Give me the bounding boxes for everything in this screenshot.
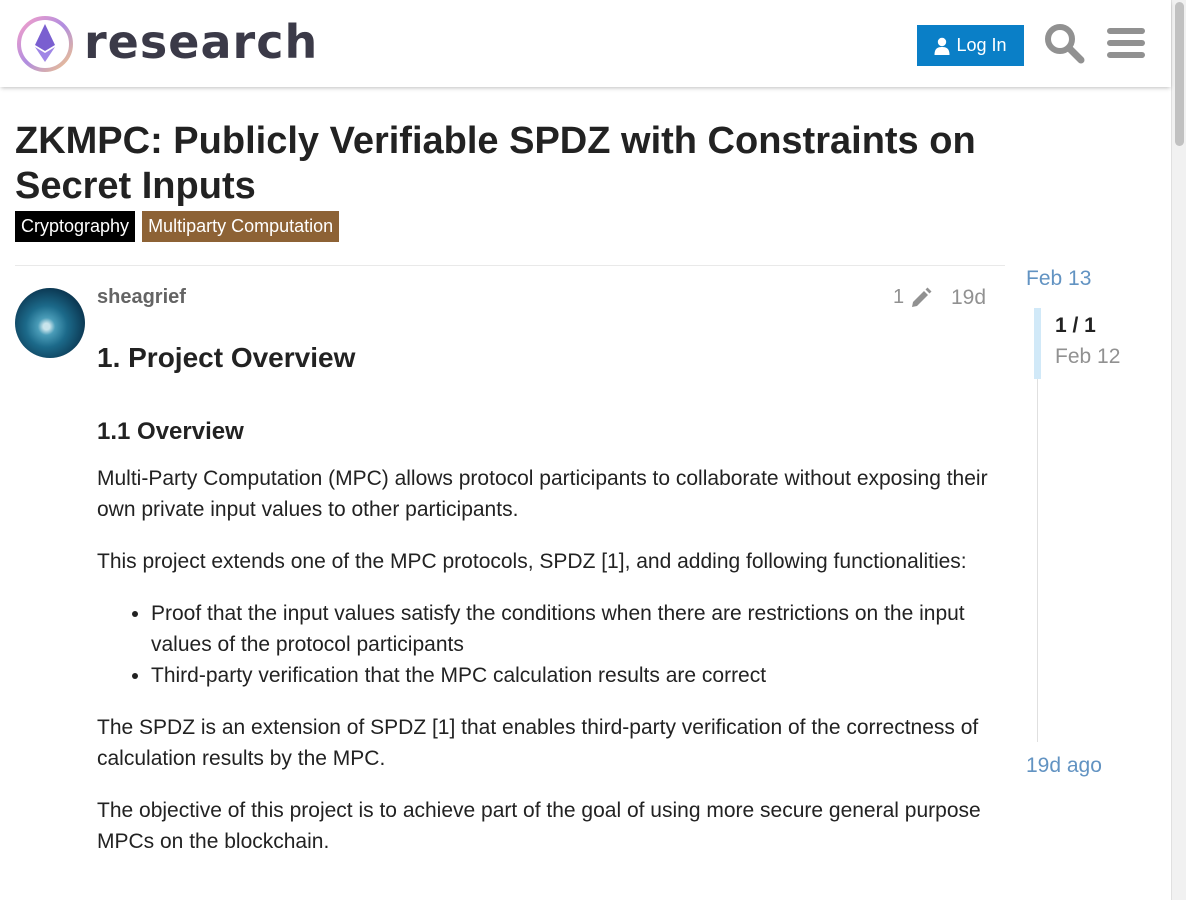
site-logo-icon[interactable] [16, 15, 74, 73]
post-heading-1: 1. Project Overview [97, 342, 356, 373]
divider [15, 265, 1005, 266]
site-header: research Log In [0, 0, 1171, 87]
timeline-current-date: Feb 12 [1055, 345, 1121, 368]
post-heading-2: 1.1 Overview [97, 418, 244, 445]
post-paragraph: The SPDZ is an extension of SPDZ [1] tha… [97, 716, 979, 770]
login-button[interactable]: Log In [917, 25, 1024, 66]
user-icon [934, 37, 950, 55]
post-bullet-list: Proof that the input values satisfy the … [151, 598, 992, 691]
edit-history-button[interactable]: 1 [893, 286, 932, 309]
topic-title[interactable]: ZKMPC: Publicly Verifiable SPDZ with Con… [15, 119, 1005, 209]
search-icon[interactable] [1043, 22, 1085, 64]
timeline-position: 1 / 1 [1055, 314, 1096, 337]
page-scrollbar[interactable] [1171, 0, 1186, 900]
list-item: Proof that the input values satisfy the … [151, 598, 992, 660]
post-paragraph: The objective of this project is to achi… [97, 799, 981, 853]
tag-cryptography[interactable]: Cryptography [15, 211, 136, 242]
timeline-start-date[interactable]: Feb 13 [1026, 267, 1091, 291]
timeline-end-date[interactable]: 19d ago [1026, 754, 1102, 778]
site-title[interactable]: research [84, 14, 318, 70]
avatar[interactable] [15, 288, 85, 358]
list-item: Third-party verification that the MPC ca… [151, 660, 992, 691]
tag-multiparty-computation[interactable]: Multiparty Computation [142, 211, 340, 242]
hamburger-menu-icon[interactable] [1105, 22, 1147, 64]
post-paragraph: This project extends one of the MPC prot… [97, 550, 967, 573]
edit-count: 1 [893, 286, 905, 308]
login-label: Log In [956, 35, 1007, 55]
topic-tags: Cryptography Multiparty Computation [15, 211, 340, 242]
scrollbar-thumb[interactable] [1175, 2, 1184, 146]
post-body: 1. Project Overview 1.1 Overview Multi-P… [97, 338, 992, 878]
pencil-icon [912, 287, 932, 307]
post-username[interactable]: sheagrief [97, 286, 186, 309]
timeline-handle[interactable] [1034, 308, 1041, 379]
post-paragraph: Multi-Party Computation (MPC) allows pro… [97, 467, 988, 521]
post-age[interactable]: 19d [951, 286, 986, 310]
